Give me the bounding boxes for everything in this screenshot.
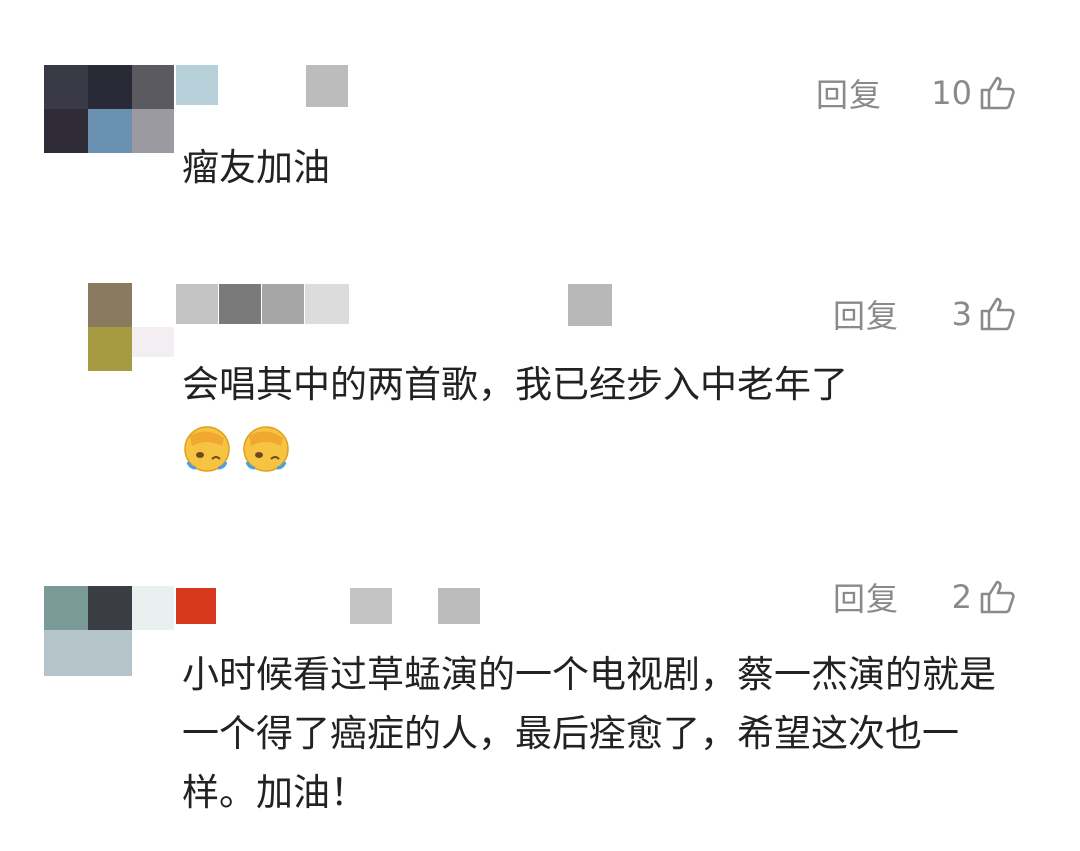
comment-item: 回复 2 小时候看过草蜢演的一个电视剧，蔡一杰演的就是一个得了癌症的人，最后痊愈…: [0, 0, 1080, 851]
comment-actions: 回复 2: [833, 574, 1016, 620]
thumbs-up-icon[interactable]: [978, 578, 1016, 616]
username-blurred[interactable]: [176, 588, 496, 632]
avatar[interactable]: [44, 586, 174, 676]
like-count: 2: [951, 578, 972, 616]
comment-text: 小时候看过草蜢演的一个电视剧，蔡一杰演的就是一个得了癌症的人，最后痊愈了，希望这…: [182, 653, 996, 814]
reply-button[interactable]: 回复: [833, 574, 899, 620]
